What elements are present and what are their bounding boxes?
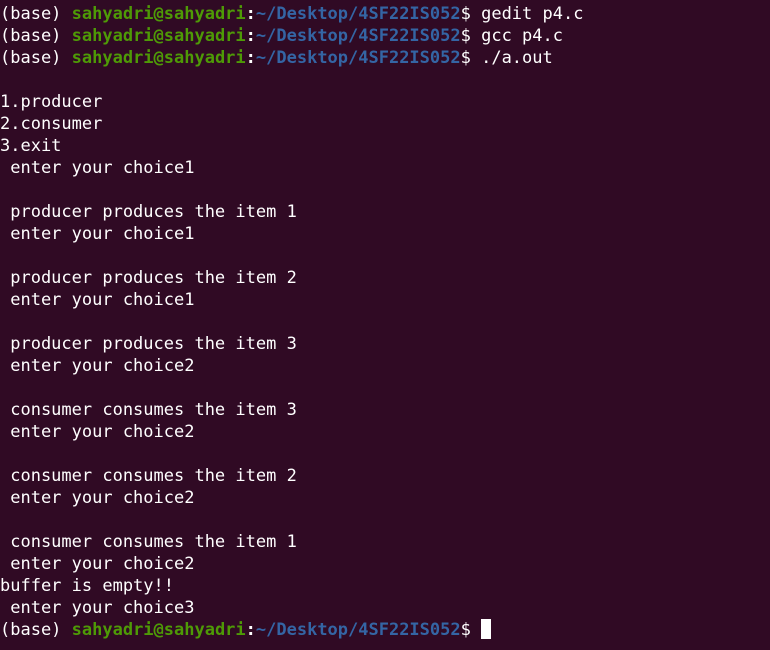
output-line: producer produces the item 2 bbox=[0, 267, 770, 289]
text-cursor bbox=[481, 619, 492, 639]
output-text: enter your choice1 bbox=[0, 158, 195, 178]
prompt-separator: : bbox=[245, 26, 256, 46]
output-text: enter your choice2 bbox=[0, 488, 195, 508]
prompt-symbol: $ bbox=[460, 4, 482, 24]
output-text: enter your choice3 bbox=[0, 598, 195, 618]
output-text: 1.producer bbox=[0, 92, 103, 112]
output-text: enter your choice1 bbox=[0, 290, 195, 310]
terminal-output: (base) sahyadri@sahyadri:~/Desktop/4SF22… bbox=[0, 3, 770, 641]
output-line: enter your choice2 bbox=[0, 553, 770, 575]
output-line: enter your choice2 bbox=[0, 421, 770, 443]
prompt-separator: : bbox=[245, 620, 256, 640]
output-line: 1.producer bbox=[0, 91, 770, 113]
prompt-user-host: sahyadri@sahyadri bbox=[71, 26, 246, 46]
output-line: consumer consumes the item 3 bbox=[0, 399, 770, 421]
prompt-line: (base) sahyadri@sahyadri:~/Desktop/4SF22… bbox=[0, 619, 770, 641]
output-text: enter your choice2 bbox=[0, 356, 195, 376]
output-line: consumer consumes the item 2 bbox=[0, 465, 770, 487]
prompt-symbol: $ bbox=[460, 48, 482, 68]
prompt-symbol: $ bbox=[460, 620, 482, 640]
prompt-user-host: sahyadri@sahyadri bbox=[71, 4, 246, 24]
prompt-working-directory: ~/Desktop/4SF22IS052 bbox=[255, 48, 461, 68]
output-line: consumer consumes the item 1 bbox=[0, 531, 770, 553]
prompt-user-host: sahyadri@sahyadri bbox=[71, 48, 246, 68]
prompt-working-directory: ~/Desktop/4SF22IS052 bbox=[255, 26, 461, 46]
output-line: 3.exit bbox=[0, 135, 770, 157]
output-line: 2.consumer bbox=[0, 113, 770, 135]
prompt-line: (base) sahyadri@sahyadri:~/Desktop/4SF22… bbox=[0, 25, 770, 47]
output-line: enter your choice3 bbox=[0, 597, 770, 619]
prompt-working-directory: ~/Desktop/4SF22IS052 bbox=[255, 4, 461, 24]
conda-env-label: (base) bbox=[0, 4, 72, 24]
output-text: enter your choice2 bbox=[0, 554, 195, 574]
prompt-line: (base) sahyadri@sahyadri:~/Desktop/4SF22… bbox=[0, 3, 770, 25]
output-line: buffer is empty!! bbox=[0, 575, 770, 597]
conda-env-label: (base) bbox=[0, 620, 72, 640]
output-text: consumer consumes the item 1 bbox=[0, 532, 297, 552]
output-text: enter your choice2 bbox=[0, 422, 195, 442]
output-text: consumer consumes the item 2 bbox=[0, 466, 297, 486]
output-line: producer produces the item 3 bbox=[0, 333, 770, 355]
terminal-window[interactable]: (base) sahyadri@sahyadri:~/Desktop/4SF22… bbox=[0, 0, 770, 650]
prompt-separator: : bbox=[245, 4, 256, 24]
command-text: ./a.out bbox=[481, 48, 553, 68]
command-text: gcc p4.c bbox=[481, 26, 563, 46]
prompt-working-directory: ~/Desktop/4SF22IS052 bbox=[255, 620, 461, 640]
output-text: 3.exit bbox=[0, 136, 62, 156]
conda-env-label: (base) bbox=[0, 48, 72, 68]
output-text: producer produces the item 2 bbox=[0, 268, 297, 288]
output-line: producer produces the item 1 bbox=[0, 201, 770, 223]
prompt-symbol: $ bbox=[460, 26, 482, 46]
output-line: enter your choice1 bbox=[0, 157, 770, 179]
prompt-user-host: sahyadri@sahyadri bbox=[71, 620, 246, 640]
output-text: enter your choice1 bbox=[0, 224, 195, 244]
output-line: enter your choice2 bbox=[0, 487, 770, 509]
output-line: enter your choice1 bbox=[0, 223, 770, 245]
command-text: gedit p4.c bbox=[481, 4, 584, 24]
prompt-line: (base) sahyadri@sahyadri:~/Desktop/4SF22… bbox=[0, 47, 770, 69]
prompt-separator: : bbox=[245, 48, 256, 68]
output-text: producer produces the item 1 bbox=[0, 202, 297, 222]
conda-env-label: (base) bbox=[0, 26, 72, 46]
output-text: buffer is empty!! bbox=[0, 576, 174, 596]
output-line: enter your choice2 bbox=[0, 355, 770, 377]
output-text: consumer consumes the item 3 bbox=[0, 400, 297, 420]
output-text: producer produces the item 3 bbox=[0, 334, 297, 354]
output-text: 2.consumer bbox=[0, 114, 103, 134]
output-line: enter your choice1 bbox=[0, 289, 770, 311]
